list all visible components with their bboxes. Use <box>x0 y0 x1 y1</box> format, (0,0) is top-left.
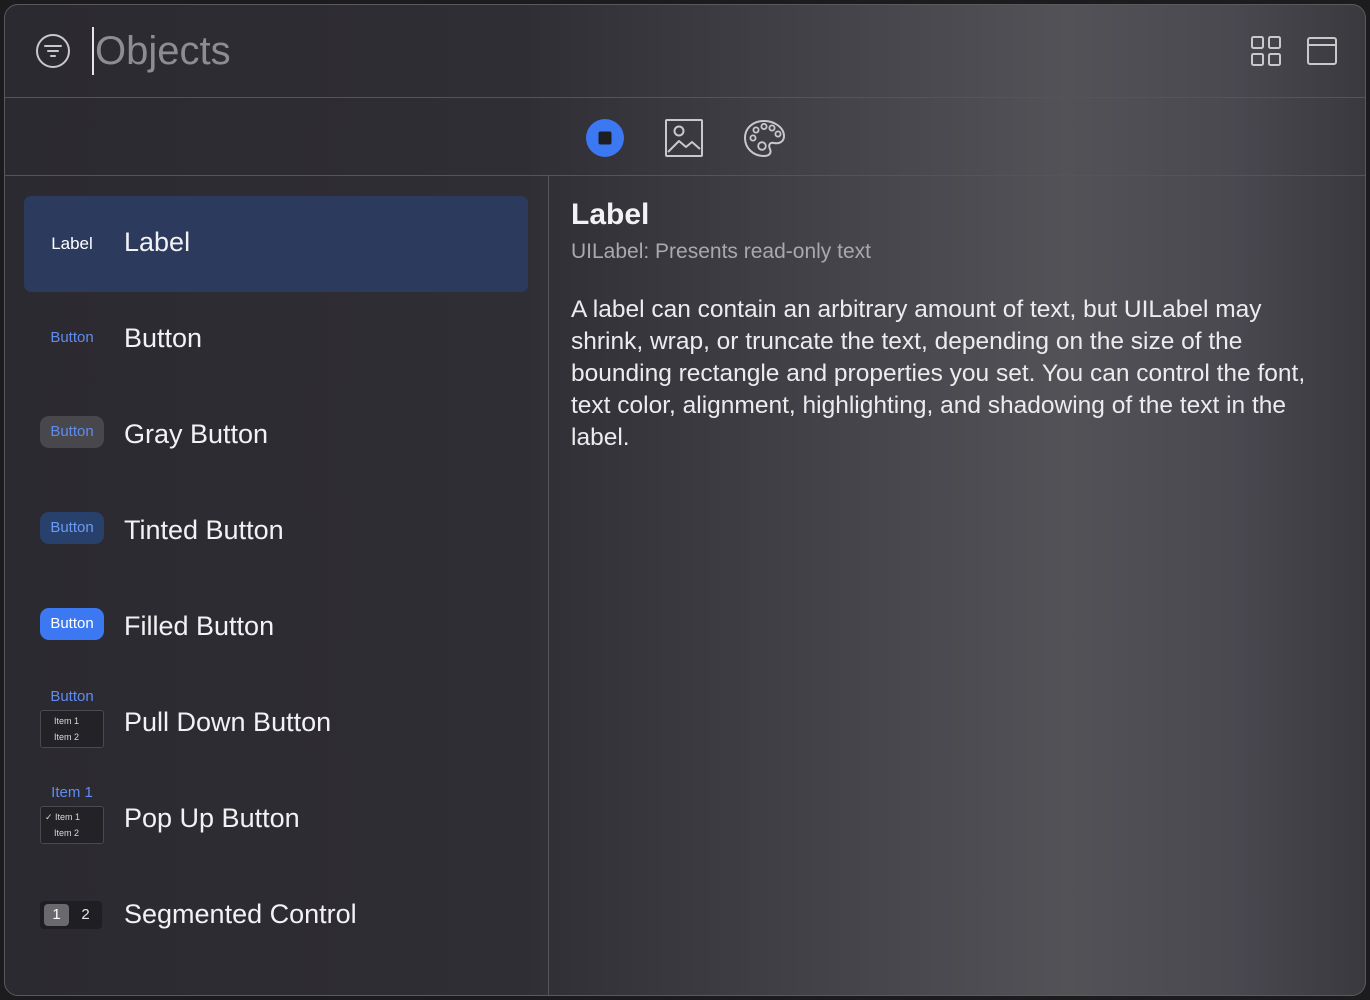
item-title: Segmented Control <box>124 899 357 929</box>
preview-menu: ✓ Item 1 Item 2 <box>40 806 104 844</box>
tinted-button-preview: Button <box>39 484 105 580</box>
filter-icon[interactable] <box>35 33 71 69</box>
filled-button-preview: Button <box>39 580 105 676</box>
preview-text: Item 1 <box>51 784 93 801</box>
grid-view-icon[interactable] <box>1249 34 1283 68</box>
preview-text: Button <box>40 416 104 448</box>
list-item-pull-down-button[interactable]: Button Item 1 Item 2 Pull Down Button <box>24 676 528 772</box>
library-window: Label Label Button Button Button Gray Bu… <box>4 4 1366 996</box>
segmented-control-preview: 1 2 <box>39 868 105 964</box>
list-item-tinted-button[interactable]: Button Tinted Button <box>24 484 528 580</box>
preview-segment: 1 <box>44 904 69 926</box>
tab-media[interactable] <box>662 116 706 160</box>
list-item-button[interactable]: Button Button <box>24 292 528 388</box>
detail-title: Label <box>571 198 650 231</box>
palette-icon <box>743 119 786 158</box>
stop-circle-icon <box>586 119 624 157</box>
library-tab-bar <box>5 98 1365 176</box>
tab-colors[interactable] <box>742 116 786 160</box>
library-header <box>5 5 1365 98</box>
window-icon[interactable] <box>1305 34 1339 68</box>
item-title: Pop Up Button <box>124 803 300 833</box>
item-title: Label <box>124 227 191 257</box>
preview-menu-item: Item 2 <box>54 732 80 742</box>
detail-panel: Label UILabel: Presents read-only text A… <box>549 176 1365 995</box>
label-preview: Label <box>39 196 105 292</box>
item-title: Tinted Button <box>124 515 284 545</box>
preview-text: Button <box>50 329 94 346</box>
list-item-segmented-control[interactable]: 1 2 Segmented Control <box>24 868 528 964</box>
list-item-filled-button[interactable]: Button Filled Button <box>24 580 528 676</box>
preview-menu-item: ✓ Item 1 <box>45 812 81 822</box>
list-item-pop-up-button[interactable]: Item 1 ✓ Item 1 Item 2 Pop Up Button <box>24 772 528 868</box>
button-preview: Button <box>39 292 105 388</box>
tab-objects[interactable] <box>583 116 627 160</box>
preview-text: Button <box>40 608 104 640</box>
list-item-label[interactable]: Label Label <box>24 196 528 292</box>
preview-text: Button <box>50 688 94 705</box>
gray-button-preview: Button <box>39 388 105 484</box>
item-title: Pull Down Button <box>124 707 332 737</box>
preview-segment: 2 <box>81 906 90 923</box>
item-title: Button <box>124 323 203 353</box>
preview-menu-item: Item 1 <box>54 716 80 726</box>
detail-description: A label can contain an arbitrary amount … <box>571 296 1306 451</box>
preview-text: Label <box>51 234 93 253</box>
preview-text: Button <box>40 512 104 544</box>
search-input[interactable] <box>93 21 695 81</box>
preview-segments: 1 2 <box>40 901 102 929</box>
preview-menu-item: Item 2 <box>54 828 80 838</box>
detail-subtitle: UILabel: Presents read-only text <box>571 240 871 263</box>
preview-menu: Item 1 Item 2 <box>40 710 104 748</box>
item-title: Gray Button <box>124 419 269 449</box>
pull-down-button-preview: Button Item 1 Item 2 <box>39 676 105 772</box>
image-icon <box>665 119 703 157</box>
list-item-gray-button[interactable]: Button Gray Button <box>24 388 528 484</box>
item-title: Filled Button <box>124 611 275 641</box>
pop-up-button-preview: Item 1 ✓ Item 1 Item 2 <box>39 772 105 868</box>
object-list: Label Label Button Button Button Gray Bu… <box>5 176 549 995</box>
